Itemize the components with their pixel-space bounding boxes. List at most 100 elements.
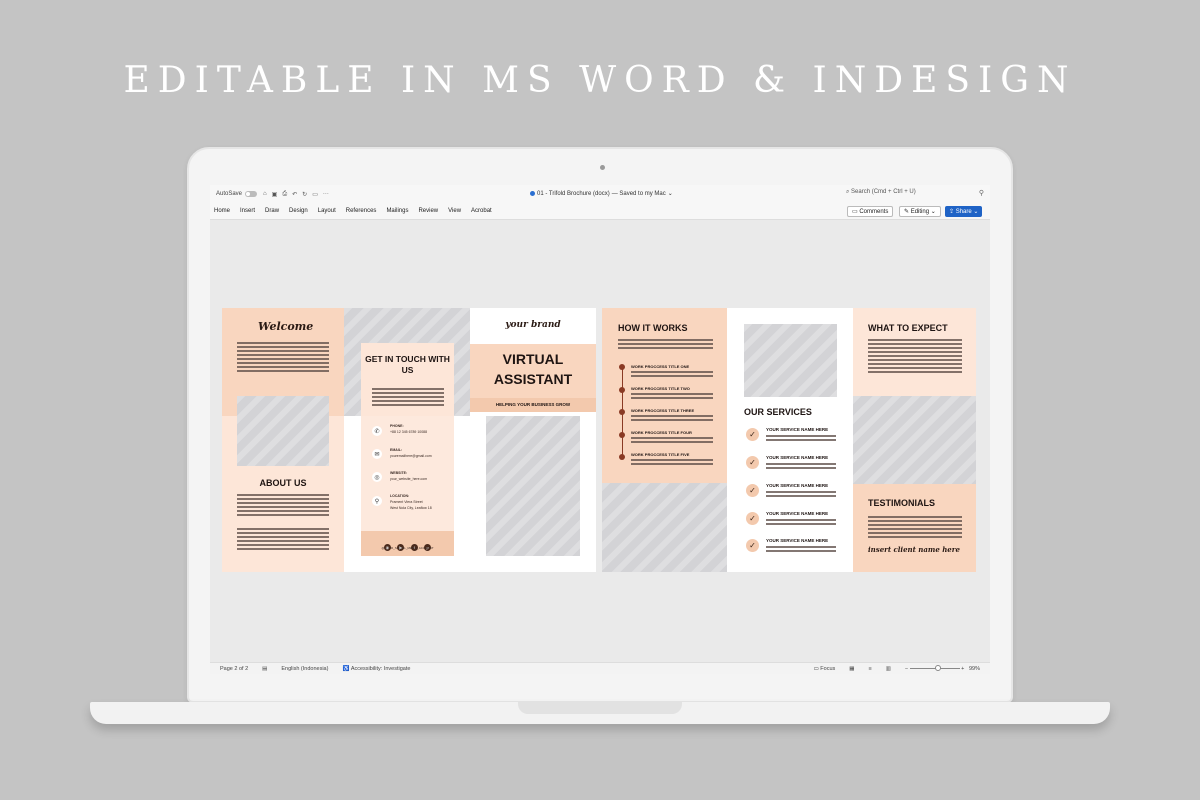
tab-mailings[interactable]: Mailings [386,208,408,214]
zoom-slider-thumb[interactable] [934,665,941,671]
autosave-toggle[interactable] [245,191,258,197]
proofing-icon[interactable]: ▤ [262,666,267,672]
focus-icon: ▭ [813,665,821,672]
service-desc-1 [766,435,836,443]
timeline-dot [619,432,625,438]
phone-label: PHONE: [390,424,404,428]
autosave[interactable]: AutoSave [216,191,258,197]
search-box[interactable]: ⌕ Search (Cmd + Ctrl + U) [846,189,916,196]
cover-title-line2: ASSISTANT [493,371,573,387]
document-canvas[interactable]: Welcome ABOUT US GET IN TOUCH WITH US ✆ … [210,220,990,662]
document-title[interactable]: 01 - Trifold Brochure (docx) — Saved to … [530,190,673,197]
image-placeholder [237,396,329,466]
doc-status-text: — Saved to my Mac [611,190,666,197]
step-title-5: WORK PROCCESS TITLE FIVE [631,452,690,457]
statusbar: Page 2 of 2 ▤ English (Indonesia) ♿ Acce… [210,662,990,674]
toolbar-icon[interactable]: ▭ [312,191,318,198]
print-layout-icon[interactable]: ▦ [849,666,854,672]
editing-label: Editing [910,208,930,215]
tab-design[interactable]: Design [289,208,308,214]
email-label: EMAIL: [390,448,403,452]
step-title-3: WORK PROCCESS TITLE THREE [631,408,695,413]
cover-tagline: HELPING YOUR BUSINESS GROW [495,402,571,407]
language[interactable]: English (Indonesia) [281,666,328,672]
check-icon: ✓ [746,484,759,497]
phone-icon: ✆ [372,426,382,436]
print-icon[interactable]: ⎙ [282,191,287,198]
zoom-in-icon[interactable]: + [960,666,969,672]
comment-icon: ▭ [852,209,860,215]
redo-icon[interactable]: ↻ [302,191,307,198]
check-icon: ✓ [746,456,759,469]
editing-button[interactable]: ✎ Editing ⌄ [899,206,941,217]
timeline-dot [619,454,625,460]
services-heading: OUR SERVICES [744,407,812,417]
phone-value: +88 12 345 6789 10088 [390,430,428,434]
tab-insert[interactable]: Insert [240,208,255,214]
headline: EDITABLE IN MS WORD & INDESIGN [123,60,1077,101]
service-name-3: YOUR SERVICE NAME HERE [766,483,829,488]
step-text-2 [631,393,713,401]
tab-references[interactable]: References [346,208,377,214]
email-icon: ✉ [372,449,382,459]
globe-icon: ◎ [372,472,382,482]
word-doc-icon [530,191,535,196]
accessibility-status[interactable]: Accessibility: Investigate [351,666,411,672]
search-icon: ⌕ [846,189,850,195]
service-name-5: YOUR SERVICE NAME HERE [766,538,829,543]
expect-image-placeholder [853,396,976,484]
focus-button[interactable]: Focus [820,666,835,672]
website-value: your_website_here.com [390,477,428,481]
location-label: LOCATION: [390,494,410,498]
brochure-page-inside[interactable]: HOW IT WORKS WORK PROCCESS TITLE ONE WOR… [602,308,976,572]
share-button[interactable]: ⇪ Share ⌄ [945,206,983,217]
service-desc-5 [766,546,836,554]
autosave-label: AutoSave [216,191,243,197]
client-name: insert client name here [868,545,960,554]
check-icon: ✓ [746,539,759,552]
timeline-dot [619,387,625,393]
service-desc-4 [766,519,836,527]
page-count[interactable]: Page 2 of 2 [220,666,248,672]
expect-heading: WHAT TO EXPECT [868,323,948,333]
testimonial-text [868,516,962,540]
zoom-slider[interactable] [909,665,960,671]
about-text-2 [237,528,329,552]
check-icon: ✓ [746,512,759,525]
search-placeholder: Search (Cmd + Ctrl + U) [851,189,916,195]
tab-review[interactable]: Review [418,208,438,214]
tab-home[interactable]: Home [214,208,230,214]
contact-text [372,388,444,408]
comments-label: Comments [859,208,889,215]
brochure-page-outside[interactable]: Welcome ABOUT US GET IN TOUCH WITH US ✆ … [222,308,596,572]
tab-draw[interactable]: Draw [265,208,279,214]
email-value: youremailhere@gmail.com [390,454,432,458]
how-heading: HOW IT WORKS [618,323,688,333]
website-label: WEBSITE: [390,471,408,475]
undo-icon[interactable]: ↶ [292,191,297,198]
image-placeholder-bottom [602,483,727,572]
about-text-1 [237,494,329,518]
chevron-down-icon: ⌄ [667,191,673,197]
service-name-4: YOUR SERVICE NAME HERE [766,511,829,516]
account-icon[interactable]: ⚲ [979,189,984,197]
step-text-1 [631,371,713,379]
zoom-level[interactable]: 99% [969,666,980,672]
comments-button[interactable]: ▭ Comments [847,206,894,217]
testimonials-heading: TESTIMONIALS [868,498,935,508]
save-icon[interactable]: ▣ [272,191,278,198]
step-text-3 [631,415,713,423]
timeline-dot [619,364,625,370]
more-icon[interactable]: ··· [323,191,329,198]
tab-view[interactable]: View [448,208,461,214]
home-icon[interactable]: ⌂ [263,191,267,198]
cover-title-line1: VIRTUAL [502,351,564,367]
camera [600,165,605,170]
tab-layout[interactable]: Layout [318,208,336,214]
read-mode-icon[interactable]: ▥ [886,666,891,672]
ribbon: Home Insert Draw Design Layout Reference… [210,203,990,220]
web-layout-icon[interactable]: ≡ [868,666,871,672]
brand-name: your brand [505,320,561,330]
chevron-down-icon: ⌄ [929,209,936,215]
tab-acrobat[interactable]: Acrobat [471,208,492,214]
